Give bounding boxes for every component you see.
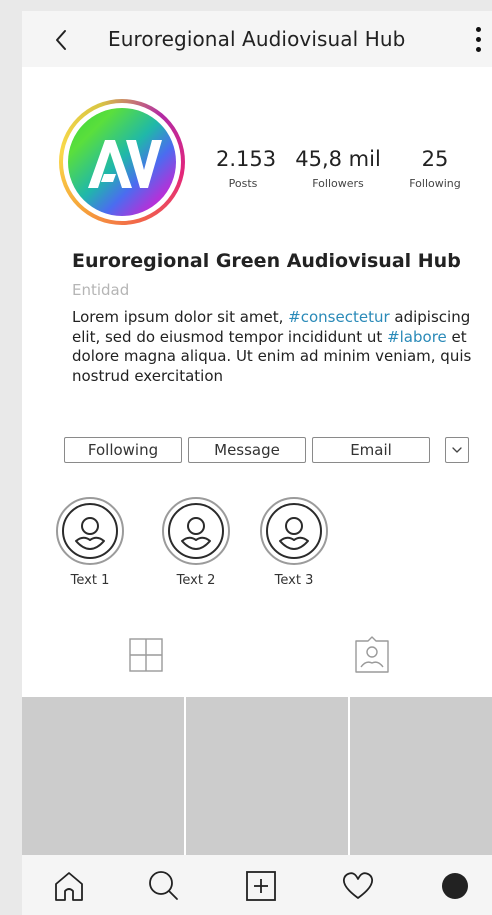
- tab-posts-grid[interactable]: [126, 635, 166, 675]
- bio-text: Lorem ipsum dolor sit amet,: [72, 308, 289, 326]
- more-options-button[interactable]: [470, 25, 486, 55]
- suggestions-dropdown-button[interactable]: [445, 437, 469, 463]
- following-label: Following: [409, 177, 461, 190]
- highlight-cover: [62, 503, 118, 559]
- stat-following[interactable]: 25 Following: [404, 147, 466, 190]
- profile-bio: Lorem ipsum dolor sit amet, #consectetur…: [72, 308, 472, 386]
- profile-name: Euroregional Green Audiovisual Hub: [72, 250, 461, 272]
- avatar[interactable]: [59, 99, 185, 225]
- stat-followers[interactable]: 45,8 mil Followers: [290, 147, 386, 190]
- user-icon: [75, 517, 105, 550]
- highlight-label: Text 3: [274, 573, 314, 588]
- posts-label: Posts: [228, 177, 258, 190]
- post-tile-3[interactable]: [350, 697, 492, 855]
- posts-count: 2.153: [216, 147, 277, 171]
- highlight-3[interactable]: Text 3: [256, 497, 332, 588]
- heart-icon: [342, 872, 374, 899]
- followers-label: Followers: [312, 177, 364, 190]
- nav-activity-button[interactable]: [341, 869, 375, 903]
- email-button[interactable]: Email: [312, 437, 430, 463]
- stat-posts[interactable]: 2.153 Posts: [216, 147, 277, 190]
- hashtag-link[interactable]: #consectetur: [288, 308, 389, 326]
- av-logo-icon: [88, 140, 162, 188]
- nav-new-post-button[interactable]: [244, 869, 278, 903]
- hashtag-link[interactable]: #labore: [387, 328, 447, 346]
- post-tile-2[interactable]: [186, 697, 348, 855]
- highlight-ring: [260, 497, 328, 565]
- more-vertical-dot: [476, 37, 481, 42]
- bottom-navigation: [22, 855, 492, 915]
- avatar-border: [63, 103, 181, 221]
- highlight-cover: [168, 503, 224, 559]
- user-icon: [279, 517, 309, 550]
- following-button[interactable]: Following: [64, 437, 182, 463]
- more-vertical-dot: [476, 47, 481, 52]
- tab-tagged[interactable]: [352, 635, 392, 675]
- profile-screen: Euroregional Audiovisual Hub 2.153 Posts…: [22, 11, 492, 915]
- nav-home-button[interactable]: [52, 869, 86, 903]
- highlight-ring: [162, 497, 230, 565]
- highlight-cover: [266, 503, 322, 559]
- home-icon: [55, 872, 83, 901]
- chevron-down-icon: [452, 447, 462, 453]
- highlight-label: Text 2: [176, 573, 216, 588]
- highlight-label: Text 1: [70, 573, 110, 588]
- grid-icon: [129, 638, 163, 672]
- search-icon: [149, 871, 178, 900]
- tagged-photo-icon: [355, 636, 389, 673]
- user-icon: [181, 517, 211, 550]
- highlight-ring: [56, 497, 124, 565]
- profile-dot-icon: [442, 873, 468, 899]
- avatar-logo: [68, 108, 176, 216]
- chevron-left-icon: [56, 30, 66, 50]
- add-post-icon: [246, 871, 276, 901]
- nav-search-button[interactable]: [147, 869, 181, 903]
- back-button[interactable]: [50, 27, 74, 53]
- following-count: 25: [421, 147, 449, 171]
- top-bar: Euroregional Audiovisual Hub: [22, 11, 492, 67]
- profile-category: Entidad: [72, 281, 130, 299]
- page-title: Euroregional Audiovisual Hub: [108, 27, 406, 51]
- message-button[interactable]: Message: [188, 437, 306, 463]
- post-tile-1[interactable]: [22, 697, 184, 855]
- highlight-1[interactable]: Text 1: [52, 497, 128, 588]
- highlight-2[interactable]: Text 2: [158, 497, 234, 588]
- followers-count: 45,8 mil: [295, 147, 381, 171]
- nav-profile-button[interactable]: [438, 869, 472, 903]
- more-vertical-icon: [476, 27, 481, 32]
